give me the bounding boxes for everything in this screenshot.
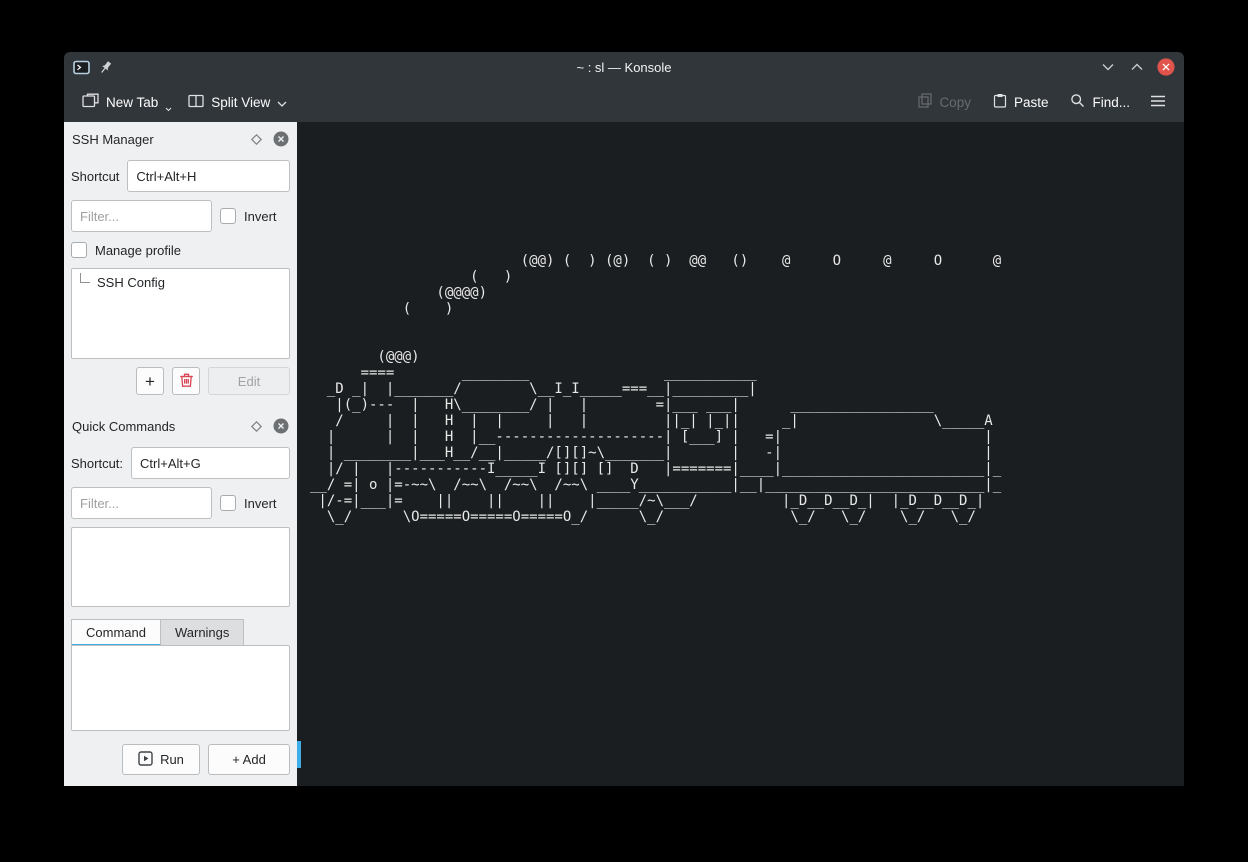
ssh-invert-label: Invert	[244, 209, 277, 224]
ssh-edit-button[interactable]: Edit	[208, 367, 290, 395]
ssh-shortcut-input[interactable]	[127, 160, 290, 192]
hamburger-icon	[1150, 94, 1166, 111]
new-tab-button[interactable]: New Tab	[74, 84, 180, 121]
find-label: Find...	[1092, 95, 1130, 110]
run-icon	[138, 751, 153, 769]
pin-icon[interactable]	[99, 60, 113, 75]
close-panel-icon[interactable]	[273, 418, 289, 434]
trash-icon	[179, 372, 194, 391]
qc-shortcut-label: Shortcut:	[71, 456, 123, 471]
ssh-manager-panel: SSH Manager Shortcut Invert	[71, 128, 290, 395]
manage-profile-checkbox[interactable]	[71, 242, 87, 258]
ssh-manager-title: SSH Manager	[72, 132, 240, 147]
copy-icon	[918, 93, 932, 111]
qc-invert-checkbox[interactable]	[220, 495, 236, 511]
tab-warnings[interactable]: Warnings	[161, 619, 244, 646]
search-icon	[1070, 93, 1085, 111]
tree-item-ssh-config[interactable]: SSH Config	[79, 275, 282, 290]
quick-commands-list[interactable]	[71, 527, 290, 607]
maximize-button[interactable]	[1128, 58, 1146, 76]
float-panel-icon[interactable]	[250, 133, 263, 146]
copy-button[interactable]: Copy	[910, 87, 979, 117]
konsole-app-icon	[73, 60, 90, 75]
quick-commands-header[interactable]: Quick Commands	[72, 415, 289, 437]
sidebar: SSH Manager Shortcut Invert	[64, 122, 297, 786]
paste-button[interactable]: Paste	[985, 87, 1057, 117]
manage-profile-label: Manage profile	[95, 243, 181, 258]
paste-label: Paste	[1014, 95, 1049, 110]
tree-item-label: SSH Config	[97, 275, 165, 290]
tab-command[interactable]: Command	[71, 619, 161, 646]
ssh-add-button[interactable]: +	[136, 367, 164, 395]
terminal-output: (@@) ( ) (@) ( ) @@ () @ O @ O @ ( ) (@@…	[297, 122, 1184, 525]
tree-branch-icon	[80, 273, 90, 283]
chevron-down-icon	[277, 95, 287, 110]
titlebar[interactable]: ~ : sl — Konsole	[64, 52, 1184, 82]
new-tab-menu-caret-icon	[165, 100, 172, 115]
copy-label: Copy	[939, 95, 971, 110]
close-panel-icon[interactable]	[273, 131, 289, 147]
run-button[interactable]: Run	[122, 744, 200, 775]
float-panel-icon[interactable]	[250, 420, 263, 433]
paste-icon	[993, 93, 1007, 111]
find-button[interactable]: Find...	[1062, 87, 1138, 117]
konsole-window: ~ : sl — Konsole New Tab	[64, 52, 1184, 786]
split-view-label: Split View	[211, 95, 270, 110]
minimize-button[interactable]	[1099, 58, 1117, 76]
new-tab-icon	[82, 93, 99, 111]
ssh-manager-header[interactable]: SSH Manager	[72, 128, 289, 150]
terminal-area[interactable]: (@@) ( ) (@) ( ) @@ () @ O @ O @ ( ) (@@…	[297, 122, 1184, 786]
qc-shortcut-input[interactable]	[131, 447, 290, 479]
ssh-invert-checkbox[interactable]	[220, 208, 236, 224]
toolbar: New Tab Split View Copy Paste	[64, 82, 1184, 122]
qc-tabs: Command Warnings	[71, 619, 290, 646]
quick-commands-title: Quick Commands	[72, 419, 240, 434]
new-tab-label: New Tab	[106, 95, 158, 110]
ssh-config-tree[interactable]: SSH Config	[71, 268, 290, 359]
qc-filter-input[interactable]	[71, 487, 212, 519]
command-textarea[interactable]	[71, 645, 290, 731]
scrollbar-handle[interactable]	[297, 741, 301, 768]
close-button[interactable]	[1157, 58, 1175, 76]
window-title: ~ : sl — Konsole	[64, 60, 1184, 75]
run-label: Run	[160, 752, 184, 767]
split-view-button[interactable]: Split View	[180, 88, 295, 117]
quick-commands-panel: Quick Commands Shortcut: Invert	[71, 415, 290, 775]
qc-invert-label: Invert	[244, 496, 277, 511]
hamburger-menu-button[interactable]	[1142, 88, 1174, 117]
ssh-filter-input[interactable]	[71, 200, 212, 232]
split-view-icon	[188, 94, 204, 111]
ssh-delete-button[interactable]	[172, 367, 200, 395]
ssh-shortcut-label: Shortcut	[71, 169, 119, 184]
add-command-button[interactable]: + Add	[208, 744, 290, 775]
